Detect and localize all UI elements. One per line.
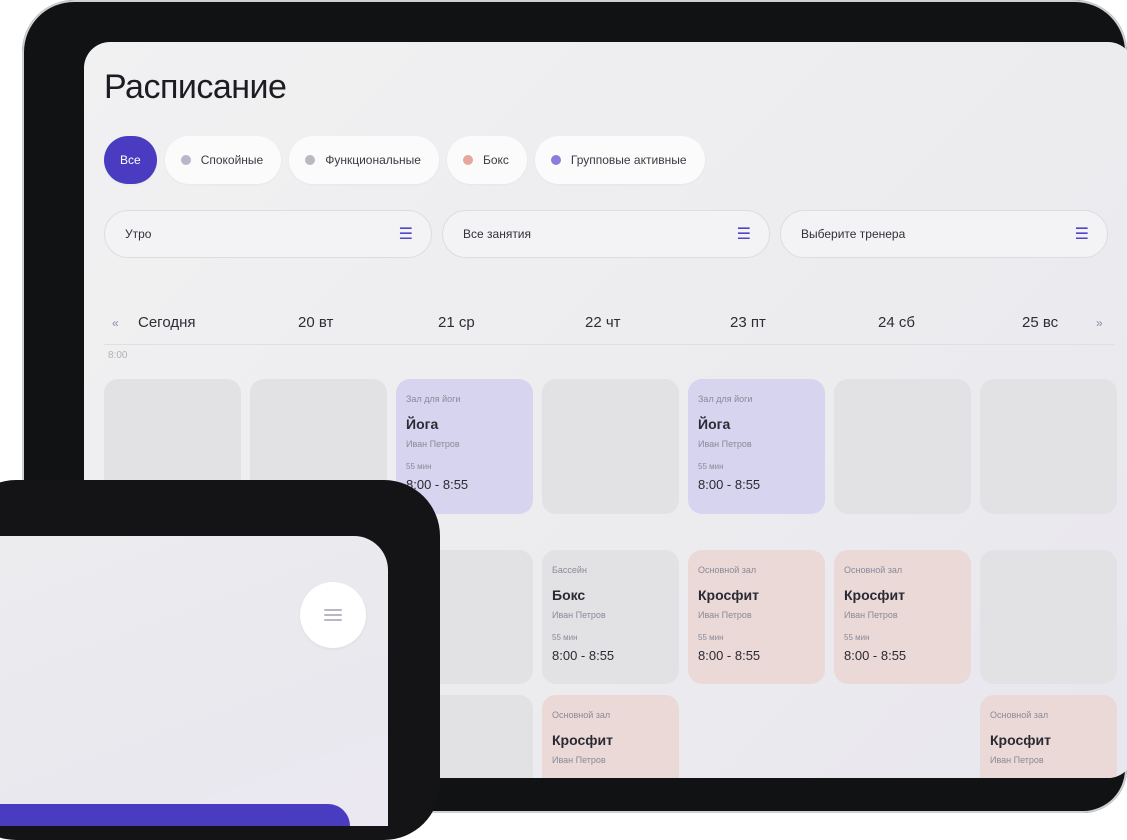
class-room: Бассейн (552, 565, 587, 575)
class-time: 8:00 - 8:55 (698, 477, 761, 492)
day-sat[interactable]: 24 сб (878, 314, 915, 331)
class-card-crossfit[interactable]: Основной зал Кросфит Иван Петров (980, 695, 1117, 778)
class-name: Йога (406, 416, 439, 432)
chip-label: Функциональные (325, 153, 421, 167)
class-trainer: Иван Петров (406, 439, 460, 449)
chip-label: Спокойные (200, 153, 264, 167)
class-card-crossfit[interactable]: Основной зал Кросфит Иван Петров 55 мин … (688, 550, 825, 684)
class-name: Кросфит (844, 587, 905, 603)
chip-calm[interactable]: Спокойные (164, 136, 282, 184)
class-time: 8:00 - 8:55 (844, 648, 907, 663)
empty-slot (542, 379, 679, 514)
class-trainer: Иван Петров (552, 755, 606, 765)
class-duration: 55 мин (552, 633, 578, 642)
class-card-box[interactable]: Бассейн Бокс Иван Петров 55 мин 8:00 - 8… (542, 550, 679, 684)
class-name: Кросфит (698, 587, 759, 603)
chip-label: Все (120, 153, 141, 167)
chip-functional[interactable]: Функциональные (289, 136, 439, 184)
phone-primary-button[interactable] (0, 804, 350, 826)
empty-slot (834, 379, 971, 514)
time-of-day-select[interactable]: Утро ☰ (104, 210, 432, 258)
class-room: Основной зал (552, 710, 611, 720)
filter-label: Все занятия (463, 227, 532, 241)
filter-label: Утро (125, 227, 152, 241)
next-week-icon[interactable]: » (1096, 316, 1103, 330)
class-trainer: Иван Петров (990, 755, 1044, 765)
class-room: Основной зал (844, 565, 903, 575)
class-room: Зал для йоги (698, 394, 753, 404)
category-chips: Все Спокойные Функциональные Бокс Группо… (104, 136, 705, 184)
chip-box[interactable]: Бокс (446, 136, 527, 184)
class-trainer: Иван Петров (552, 610, 606, 620)
list-icon: ☰ (398, 226, 413, 243)
menu-icon (324, 609, 342, 621)
class-duration: 55 мин (698, 462, 724, 471)
empty-slot (980, 550, 1117, 684)
day-sun[interactable]: 25 вс (1022, 314, 1058, 331)
prev-week-icon[interactable]: « (112, 316, 119, 330)
class-time: 8:00 - 8:55 (552, 648, 615, 663)
class-name: Кросфит (990, 732, 1051, 748)
class-trainer: Иван Петров (698, 439, 752, 449)
class-card-crossfit[interactable]: Основной зал Кросфит Иван Петров (542, 695, 679, 778)
dot-icon (180, 155, 191, 165)
class-name: Кросфит (552, 732, 613, 748)
dot-icon (305, 155, 316, 165)
menu-button[interactable] (300, 582, 366, 648)
class-card-yoga[interactable]: Зал для йоги Йога Иван Петров 55 мин 8:0… (688, 379, 825, 514)
filter-label: Выберите тренера (801, 227, 906, 241)
class-trainer: Иван Петров (698, 610, 752, 620)
chip-all[interactable]: Все (104, 136, 157, 184)
dot-icon (550, 155, 561, 165)
time-slot-label: 8:00 (108, 350, 128, 361)
class-duration: 55 мин (698, 633, 724, 642)
list-icon: ☰ (736, 226, 751, 243)
day-fri[interactable]: 23 пт (730, 314, 766, 331)
class-name: Йога (698, 416, 731, 432)
class-room: Основной зал (698, 565, 757, 575)
class-name: Бокс (552, 587, 586, 603)
class-room: Основной зал (990, 710, 1049, 720)
chip-group-active[interactable]: Групповые активные (534, 136, 705, 184)
class-duration: 55 мин (844, 633, 870, 642)
class-duration: 55 мин (406, 462, 432, 471)
page-title: Расписание (104, 68, 287, 106)
day-thu[interactable]: 22 чт (585, 314, 621, 331)
day-wed[interactable]: 21 ср (438, 314, 475, 331)
chip-label: Групповые активные (570, 153, 687, 167)
list-icon: ☰ (1074, 226, 1089, 243)
trainer-select[interactable]: Выберите тренера ☰ (780, 210, 1108, 258)
class-room: Зал для йоги (406, 394, 461, 404)
day-today[interactable]: Сегодня (138, 314, 196, 331)
empty-slot (980, 379, 1117, 514)
day-header-row: « Сегодня 20 вт 21 ср 22 чт 23 пт 24 сб … (104, 304, 1114, 345)
phone-screen (0, 536, 388, 826)
chip-label: Бокс (482, 153, 509, 167)
day-tue[interactable]: 20 вт (298, 314, 333, 331)
class-type-select[interactable]: Все занятия ☰ (442, 210, 770, 258)
class-card-crossfit[interactable]: Основной зал Кросфит Иван Петров 55 мин … (834, 550, 971, 684)
dot-icon (462, 155, 473, 165)
class-time: 8:00 - 8:55 (698, 648, 761, 663)
filters: Утро ☰ Все занятия ☰ Выберите тренера ☰ (104, 210, 1108, 258)
class-trainer: Иван Петров (844, 610, 898, 620)
